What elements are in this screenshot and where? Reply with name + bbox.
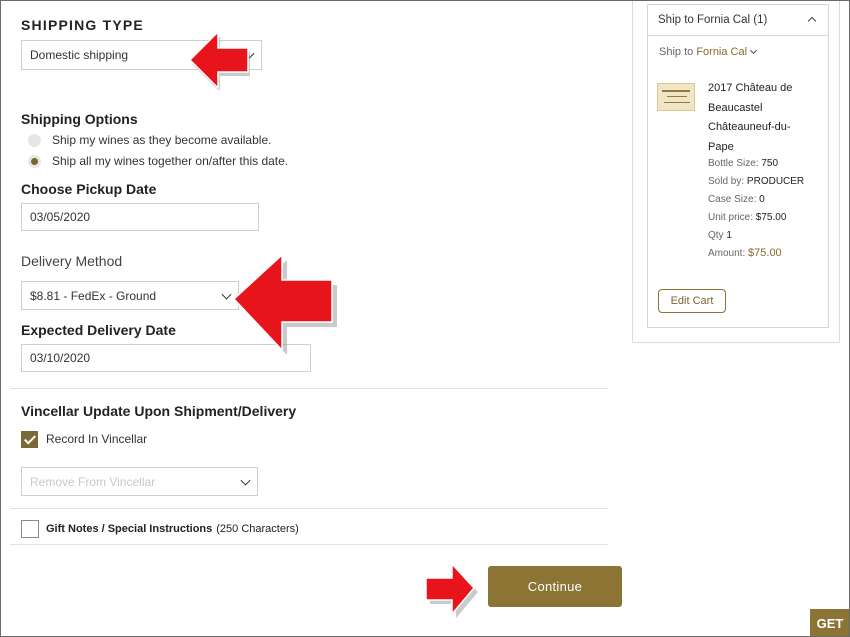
amount-label: Amount: <box>708 248 746 259</box>
unit-price-label: Unit price: <box>708 212 754 223</box>
shipping-options-heading: Shipping Options <box>21 111 138 127</box>
qty-value: 1 <box>726 230 732 241</box>
gift-notes-checkbox[interactable] <box>21 519 39 538</box>
wine-name: 2017 Château de Beaucastel Châteauneuf-d… <box>708 79 823 157</box>
unit-price-row: Unit price: $75.00 <box>708 212 786 223</box>
expected-delivery-heading: Expected Delivery Date <box>21 322 176 338</box>
divider <box>10 508 608 509</box>
qty-label: Qty <box>708 230 724 241</box>
chevron-down-icon <box>240 475 251 486</box>
delivery-method-heading: Delivery Method <box>21 253 123 269</box>
wine-label-thumbnail <box>657 83 695 111</box>
ship-to-selector[interactable]: Ship to Fornia Cal <box>659 46 758 58</box>
case-size-row: Case Size: 0 <box>708 194 765 205</box>
ship-to-name[interactable]: Fornia Cal <box>696 46 747 58</box>
wine-name-line: Pape <box>708 140 734 153</box>
cart-card-title: Ship to Fornia Cal (1) <box>658 13 768 26</box>
ship-to-prefix: Ship to <box>659 46 694 58</box>
chevron-up-icon[interactable] <box>807 16 817 26</box>
vincellar-heading: Vincellar Update Upon Shipment/Delivery <box>21 403 297 419</box>
pickup-date-value: 03/05/2020 <box>30 210 91 224</box>
gift-notes-suffix: (250 Characters) <box>216 522 299 535</box>
bottle-size-value: 750 <box>761 158 779 169</box>
wine-name-line: Châteauneuf-du- <box>708 121 791 133</box>
bottle-size-label: Bottle Size: <box>708 158 759 169</box>
pickup-date-heading: Choose Pickup Date <box>21 181 157 197</box>
divider <box>10 544 608 545</box>
wine-name-line: Beaucastel <box>708 101 763 114</box>
shipping-type-heading: SHIPPING TYPE <box>21 17 144 33</box>
unit-price-value: $75.00 <box>755 212 787 223</box>
edit-cart-button[interactable]: Edit Cart <box>658 289 726 313</box>
gift-notes-option[interactable]: Gift Notes / Special Instructions (250 C… <box>21 519 341 538</box>
gift-notes-label: Gift Notes / Special Instructions <box>46 522 213 535</box>
remove-vincellar-select[interactable]: Remove From Vincellar <box>21 467 258 496</box>
record-vincellar-option[interactable]: Record In Vincellar <box>21 430 201 448</box>
shipping-option-label: Ship my wines as they become available. <box>52 133 272 147</box>
divider <box>10 388 608 389</box>
sold-by-value: PRODUCER <box>746 176 805 187</box>
record-vincellar-label: Record In Vincellar <box>46 432 148 446</box>
red-arrow-icon <box>425 562 478 618</box>
delivery-method-select[interactable]: $8.81 - FedEx - Ground <box>21 281 239 310</box>
expected-delivery-value: 03/10/2020 <box>30 351 91 365</box>
shipping-option-available[interactable]: Ship my wines as they become available. <box>28 133 271 147</box>
sold-by-row: Sold by: PRODUCER <box>708 176 804 187</box>
qty-row: Qty 1 <box>708 230 732 241</box>
case-size-label: Case Size: <box>708 194 757 205</box>
delivery-method-value: $8.81 - FedEx - Ground <box>30 288 157 303</box>
radio-checked[interactable] <box>28 154 41 168</box>
amount-row: Amount: $75.00 <box>708 247 782 259</box>
pickup-date-input[interactable]: 03/05/2020 <box>21 203 259 231</box>
case-size-value: 0 <box>759 194 765 205</box>
shipping-option-label: Ship all my wines together on/after this… <box>52 154 289 168</box>
wine-name-line: 2017 Château de <box>708 82 793 94</box>
red-arrow-icon <box>232 253 337 355</box>
red-arrow-icon <box>188 30 250 90</box>
chevron-down-icon <box>750 46 758 55</box>
cart-card-header[interactable]: Ship to Fornia Cal (1) <box>647 4 829 36</box>
continue-button[interactable]: Continue <box>488 566 622 607</box>
record-vincellar-checkbox[interactable] <box>21 430 38 448</box>
bottle-size-row: Bottle Size: 750 <box>708 158 778 169</box>
shipping-type-value: Domestic shipping <box>30 48 129 62</box>
radio-unchecked[interactable] <box>28 133 41 147</box>
amount-value: $75.00 <box>748 247 782 259</box>
get-button[interactable]: GET <box>810 609 850 637</box>
remove-vincellar-value: Remove From Vincellar <box>30 474 156 489</box>
shipping-option-together[interactable]: Ship all my wines together on/after this… <box>28 154 288 168</box>
sold-by-label: Sold by: <box>708 176 745 187</box>
